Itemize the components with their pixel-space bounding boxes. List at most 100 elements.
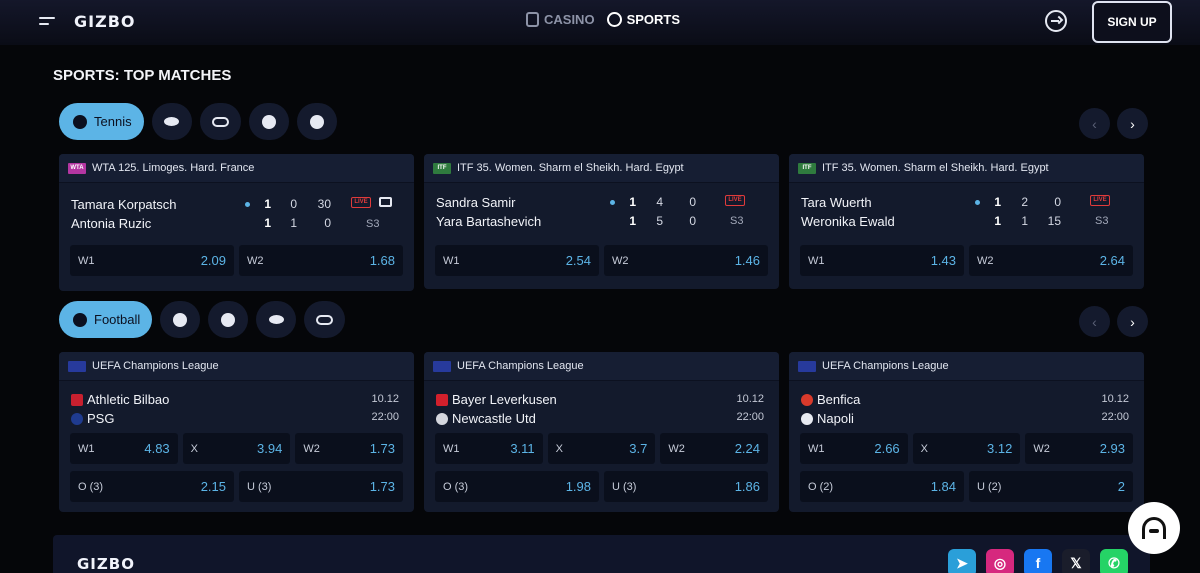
next-arrow-icon[interactable]: › [1117,108,1148,139]
odd-button[interactable]: W2 2.93 [1025,433,1134,464]
x-icon[interactable]: 𝕏 [1062,549,1090,573]
card-header: UEFA Champions League [59,352,414,381]
odd-button[interactable]: W2 2.64 [969,245,1133,276]
odd-button[interactable]: U (2) 2 [969,471,1133,502]
chip-tennis-label: Tennis [94,114,132,129]
odd-value: 1.98 [565,479,591,494]
odd-label: W2 [977,254,994,267]
serve-indicator [245,202,250,207]
support-chat-button[interactable] [1128,502,1180,554]
chip-esports[interactable] [304,301,346,338]
team-1-name: Benfica [817,392,861,407]
odds-row: W1 2.54 W2 1.46 [424,245,779,276]
odd-button[interactable]: O (3) 2.15 [70,471,234,502]
chip-volleyball[interactable] [248,103,289,140]
odd-button[interactable]: U (3) 1.73 [239,471,403,502]
club-crest-icon [71,393,83,406]
score: 0 [324,216,331,230]
odd-value: 2.09 [200,253,226,268]
football-match-card-2[interactable]: UEFA Champions League Bayer Leverkusen N… [424,352,779,512]
odd-button[interactable]: O (3) 1.98 [435,471,599,502]
odd-button[interactable]: X 3.7 [547,433,656,464]
odd-button[interactable]: W1 2.54 [435,245,599,276]
score: 5 [656,214,663,228]
score: 15 [1047,214,1061,228]
team-2: Yara Bartashevich [436,214,542,229]
odd-button[interactable]: X 3.94 [182,433,291,464]
prev-arrow-icon[interactable]: ‹ [1079,306,1110,337]
nav-sports[interactable]: SPORTS [606,12,681,27]
menu-icon[interactable] [39,15,57,29]
chip-tennis[interactable]: Tennis [59,103,144,140]
team-2: PSG [71,411,114,426]
match-teams: Tara Wuerth Weronika Ewald 1 2 0 1 1 15 … [789,183,1144,245]
tennis-match-card-1[interactable]: WTA WTA 125. Limoges. Hard. France Tamar… [59,154,414,291]
card-header: ITF ITF 35. Women. Sharm el Sheikh. Hard… [789,154,1144,183]
signup-button[interactable]: SIGN UP [1092,1,1172,43]
team-2: Weronika Ewald [801,214,895,229]
eu-flag-icon [68,360,86,372]
odd-button[interactable]: X 3.12 [912,433,1021,464]
logo[interactable]: GIZBO [74,12,135,31]
odd-button[interactable]: W2 2.24 [660,433,769,464]
score: 1 [1021,214,1028,228]
chip-football[interactable]: Football [59,301,153,338]
tennis-match-card-2[interactable]: ITF ITF 35. Women. Sharm el Sheikh. Hard… [424,154,779,289]
nav-casino[interactable]: CASINO [526,12,595,27]
footer-logo[interactable]: GIZBO [77,555,135,573]
match-time: 22:00 [1101,411,1129,423]
prev-arrow-icon[interactable]: ‹ [1079,108,1110,139]
score: 4 [656,195,663,209]
football-icon [309,114,324,129]
whatsapp-icon[interactable]: ✆ [1100,549,1128,573]
team-2-name: Newcastle Utd [452,411,536,426]
match-date: 10.12 [371,393,399,405]
odd-button[interactable]: W1 1.43 [800,245,964,276]
chip-hockey[interactable] [256,301,297,338]
club-crest-icon [801,412,813,425]
odd-button[interactable]: W2 1.46 [604,245,768,276]
hockey-icon [268,315,284,324]
odd-button[interactable]: W1 4.83 [70,433,178,464]
tennis-match-card-3[interactable]: ITF ITF 35. Women. Sharm el Sheikh. Hard… [789,154,1144,289]
instagram-icon[interactable]: ◎ [986,549,1014,573]
odd-button[interactable]: W1 2.09 [70,245,234,276]
telegram-icon[interactable]: ➤ [948,549,976,573]
odd-button[interactable]: U (3) 1.86 [604,471,768,502]
football-match-card-1[interactable]: UEFA Champions League Athletic Bilbao PS… [59,352,414,512]
chip-tennis[interactable] [160,301,201,338]
odd-label: W1 [808,254,825,267]
volleyball-icon [261,114,276,129]
odd-button[interactable]: W1 3.11 [435,433,543,464]
tournament-name: UEFA Champions League [92,360,219,372]
team-1: Bayer Leverkusen [436,392,557,407]
serve-indicator [610,200,615,205]
odd-button[interactable]: W2 1.73 [295,433,404,464]
match-time: 22:00 [371,411,399,423]
nav-sports-label: SPORTS [626,12,681,27]
odd-label: W1 [443,442,460,455]
next-arrow-icon[interactable]: › [1117,306,1148,337]
team-2-name: Napoli [817,411,854,426]
odd-button[interactable]: O (2) 1.84 [800,471,964,502]
tennis-sport-chips: Tennis [59,103,337,140]
odd-value: 2.66 [874,441,900,456]
score: 1 [290,216,297,230]
chip-hockey[interactable] [151,103,192,140]
football-match-card-3[interactable]: UEFA Champions League Benfica Napoli 10.… [789,352,1144,512]
odd-button[interactable]: W1 2.66 [800,433,908,464]
odd-value: 1.73 [369,479,395,494]
tv-icon[interactable] [379,197,392,207]
card-header: ITF ITF 35. Women. Sharm el Sheikh. Hard… [424,154,779,183]
score: 0 [290,197,297,211]
chip-football[interactable] [296,103,337,140]
card-header: UEFA Champions League [789,352,1144,381]
facebook-icon[interactable]: f [1024,549,1052,573]
odd-button[interactable]: W2 1.68 [239,245,403,276]
chip-football-label: Football [94,312,141,327]
chip-basketball[interactable] [208,301,249,338]
chip-esports[interactable] [199,103,241,140]
card-header: WTA WTA 125. Limoges. Hard. France [59,154,414,183]
odds-row: W1 1.43 W2 2.64 [789,245,1144,276]
login-icon[interactable] [1045,10,1067,32]
